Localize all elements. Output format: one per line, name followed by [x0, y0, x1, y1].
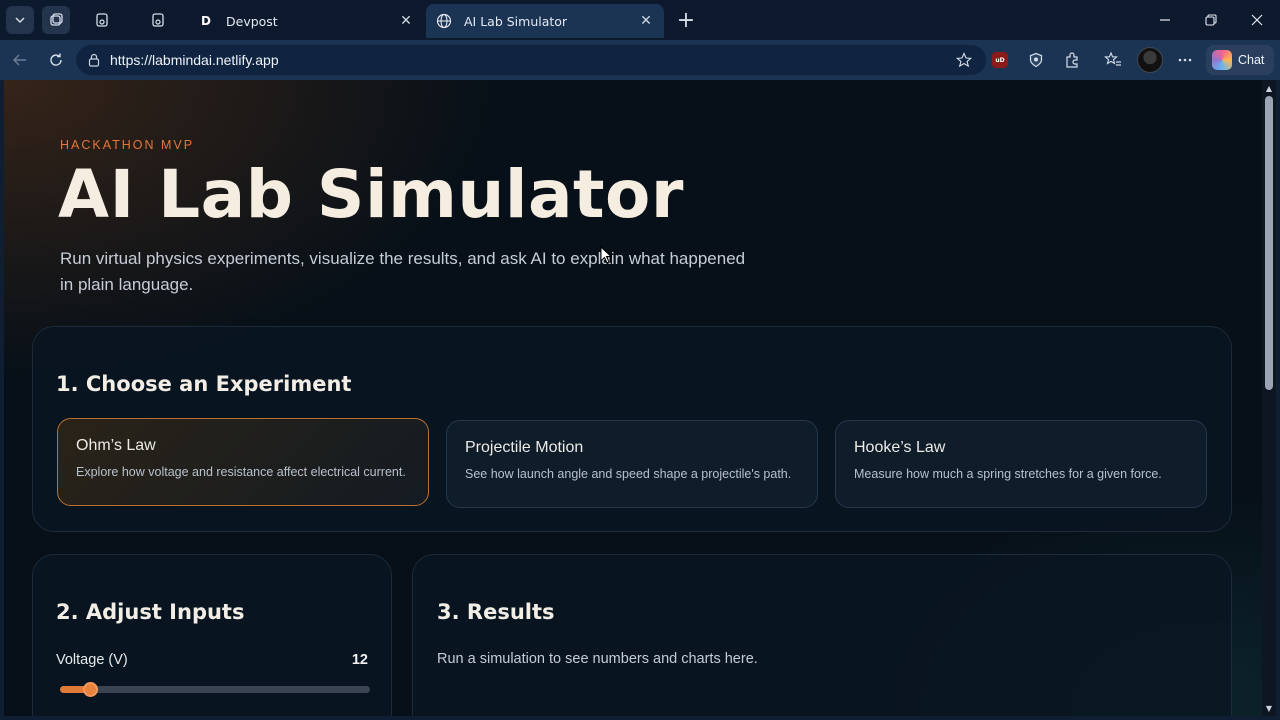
profile-avatar[interactable]	[1137, 47, 1163, 73]
new-tab-plus-icon[interactable]: +	[672, 6, 700, 34]
tab-actions-menu-icon-2[interactable]	[144, 6, 172, 34]
results-heading: 3. Results	[437, 600, 555, 624]
experiment-name: Hooke’s Law	[854, 439, 946, 456]
page-scrollbar[interactable]: ▲ ▼	[1262, 80, 1276, 716]
browser-toolbar: uD Chat	[0, 40, 1280, 80]
close-window-icon[interactable]	[1234, 0, 1280, 40]
url-input[interactable]	[110, 52, 954, 68]
scrollbar-thumb[interactable]	[1265, 96, 1273, 390]
copilot-chat-label: Chat	[1238, 53, 1265, 67]
tab-label: AI Lab Simulator	[464, 13, 568, 29]
close-tab-icon[interactable]: ✕	[398, 13, 414, 29]
voltage-slider-fill	[60, 686, 86, 693]
more-options-icon[interactable]	[1173, 48, 1197, 72]
page-title: AI Lab Simulator	[58, 156, 684, 233]
experiment-description: See how launch angle and speed shape a p…	[465, 467, 792, 481]
minimize-icon[interactable]	[1142, 0, 1188, 40]
results-panel	[412, 554, 1232, 716]
choose-experiment-heading: 1. Choose an Experiment	[56, 372, 352, 396]
devpost-favicon: D	[201, 14, 211, 28]
tab-bar: D Devpost ✕ AI Lab Simulator ✕ +	[0, 0, 1280, 40]
voltage-value: 12	[351, 652, 368, 668]
extensions-puzzle-icon[interactable]	[1060, 48, 1084, 72]
voltage-slider[interactable]	[60, 682, 370, 697]
ublock-badge: uD	[992, 52, 1008, 68]
tab-label: Devpost	[226, 13, 278, 29]
globe-icon	[436, 13, 452, 29]
voltage-label: Voltage (V)	[56, 652, 128, 668]
tab-ai-lab-simulator[interactable]: AI Lab Simulator ✕	[426, 4, 664, 38]
page-subtitle: Run virtual physics experiments, visuali…	[60, 249, 746, 294]
eyebrow-label: HACKATHON MVP	[60, 138, 195, 152]
lock-icon[interactable]	[86, 52, 102, 68]
refresh-icon[interactable]	[42, 46, 70, 74]
results-placeholder: Run a simulation to see numbers and char…	[437, 651, 758, 667]
favorites-icon[interactable]	[1101, 48, 1125, 72]
favorite-star-icon[interactable]	[954, 50, 974, 70]
experiment-name: Projectile Motion	[465, 439, 584, 456]
address-bar[interactable]	[76, 45, 986, 75]
close-tab-icon[interactable]: ✕	[638, 13, 654, 29]
voltage-slider-thumb[interactable]	[83, 682, 99, 697]
copilot-icon	[1212, 50, 1232, 70]
tab-devpost[interactable]: D Devpost ✕	[188, 4, 424, 38]
experiment-description: Explore how voltage and resistance affec…	[76, 465, 406, 479]
experiment-name: Ohm’s Law	[76, 437, 156, 454]
restore-icon[interactable]	[1188, 0, 1234, 40]
experiment-card-hookes-law[interactable]: Hooke’s Law Measure how much a spring st…	[835, 420, 1207, 508]
shield-extension-icon[interactable]	[1024, 48, 1048, 72]
adjust-inputs-heading: 2. Adjust Inputs	[56, 600, 245, 624]
ublock-extension-icon[interactable]: uD	[988, 48, 1012, 72]
back-arrow-icon[interactable]	[6, 46, 34, 74]
tab-actions-menu-icon[interactable]	[88, 6, 116, 34]
experiment-card-projectile-motion[interactable]: Projectile Motion See how launch angle a…	[446, 420, 818, 508]
copilot-chat-button[interactable]: Chat	[1206, 45, 1274, 75]
page-viewport: HACKATHON MVP AI Lab Simulator Run virtu…	[4, 80, 1262, 716]
workspaces-icon[interactable]	[42, 6, 70, 34]
tab-actions-chevron-down-icon[interactable]	[6, 6, 34, 34]
scroll-up-arrow-icon[interactable]: ▲	[1264, 82, 1274, 94]
scroll-down-arrow-icon[interactable]: ▼	[1264, 702, 1274, 714]
experiment-card-ohms-law[interactable]: Ohm’s Law Explore how voltage and resist…	[57, 418, 429, 506]
experiment-description: Measure how much a spring stretches for …	[854, 467, 1162, 481]
